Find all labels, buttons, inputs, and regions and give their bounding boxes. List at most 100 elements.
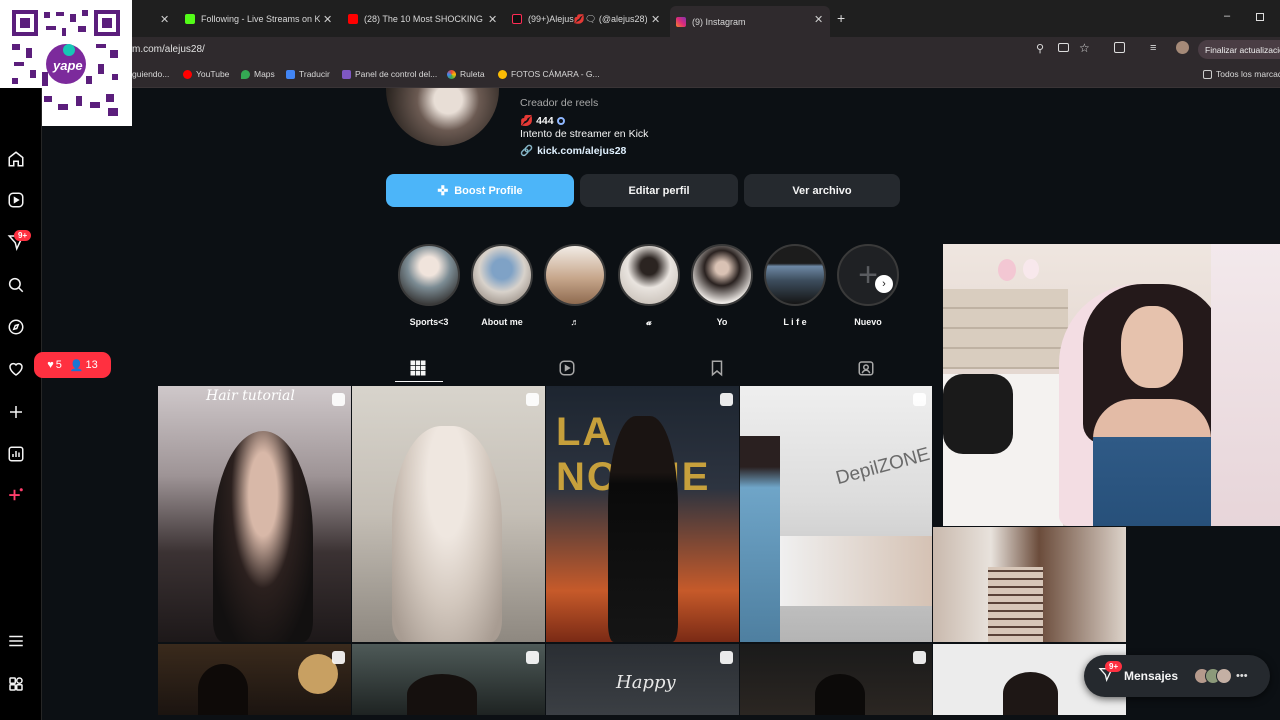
post-tile[interactable]: DepilZONE (740, 386, 932, 642)
search-icon[interactable] (5, 274, 27, 296)
notifications-badge: 9+ (14, 230, 32, 241)
post-tile[interactable] (352, 386, 545, 642)
boost-icon: ✜ (437, 182, 449, 198)
tab-close-icon[interactable]: ✕ (488, 13, 497, 26)
tab-close-icon[interactable]: ✕ (814, 13, 823, 26)
highlight-cover (544, 244, 606, 306)
bookmark-youtube[interactable]: YouTube (183, 69, 229, 79)
post-tile[interactable] (933, 527, 1126, 642)
streamer-body (1093, 399, 1211, 526)
create-icon[interactable] (5, 401, 27, 423)
explore-icon[interactable] (5, 316, 27, 338)
tab-instagram[interactable]: (9) Instagram (670, 6, 830, 37)
tab-tiktok[interactable]: (99+)Alejus💋🗨 (@alejus28) | (512, 8, 647, 30)
view-archive-button[interactable]: Ver archivo (744, 174, 900, 207)
tab-youtube[interactable]: (28) The 10 Most SHOCKING P (348, 8, 483, 30)
highlight-about-me[interactable]: About me (471, 244, 533, 327)
all-bookmarks[interactable]: Todos los marcad (1203, 69, 1280, 79)
tab-close-icon[interactable]: ✕ (160, 13, 169, 26)
activity-popup[interactable]: ♥ 5 👤 13 (34, 352, 111, 378)
notifications-heart-icon[interactable] (5, 358, 27, 380)
highlight-yo[interactable]: Yo (691, 244, 753, 327)
cast-icon[interactable] (1058, 43, 1069, 52)
carousel-indicator-icon (720, 651, 733, 664)
bookmark-roulette[interactable]: Ruleta (447, 69, 485, 79)
tab-title: (99+)Alejus💋🗨 (@alejus28) | (528, 13, 647, 24)
yape-logo-text: yape (53, 58, 83, 73)
bookmark-label: Panel de control del... (355, 69, 438, 79)
edit-profile-button[interactable]: Editar perfil (580, 174, 738, 207)
profile-category: Creador de reels (520, 97, 599, 109)
bookmark-translate[interactable]: Traducir (286, 69, 330, 79)
link-icon: 🔗 (520, 145, 534, 157)
profile-link[interactable]: 🔗 kick.com/alejus28 (520, 144, 626, 158)
reels-icon[interactable] (5, 189, 27, 211)
highlight-music[interactable]: ♬ (544, 244, 606, 327)
profile-avatar[interactable] (386, 88, 499, 146)
bookmarks-bar: guiendo... YouTube Maps Traducir Panel d… (0, 62, 1280, 88)
post-subject (213, 431, 313, 642)
profile-bio: Intento de streamer en Kick (520, 128, 649, 140)
tab-close-icon[interactable]: ✕ (651, 13, 660, 26)
tab-kick[interactable]: Following - Live Streams on Kick (185, 8, 320, 30)
bookmark-star-icon[interactable]: ☆ (1079, 41, 1090, 55)
dashboard-icon[interactable] (5, 443, 27, 465)
post-tile[interactable]: LA NOCHE (546, 386, 739, 642)
plush-toy (1023, 259, 1039, 279)
folder-icon (1203, 69, 1212, 79)
post-tile[interactable]: Hair tutorial (158, 386, 351, 642)
zoom-icon[interactable]: ⚲ (1036, 42, 1044, 55)
post-subject (407, 674, 477, 715)
post-tile[interactable]: Happy (546, 644, 739, 715)
like-icon: ♥ (47, 359, 54, 371)
bookmark-item[interactable]: guiendo... (132, 69, 169, 79)
highlight-life[interactable]: L i f e (764, 244, 826, 327)
highlight-a[interactable]: 𝓪 (618, 244, 680, 328)
profile-avatar-icon[interactable] (1176, 41, 1189, 54)
maximize-icon[interactable] (1256, 13, 1264, 21)
threads-plus-icon[interactable] (5, 484, 27, 506)
address-bar: m.com/alejus28/ ⚲ ☆ ≡ Finalizar actualiz… (0, 37, 1280, 62)
minimize-icon[interactable]: – (1224, 10, 1230, 22)
tab-title: Following - Live Streams on Kick (201, 14, 320, 24)
highlight-sports[interactable]: Sports<3 (398, 244, 460, 327)
shelf (1211, 244, 1280, 526)
post-subject (392, 426, 502, 642)
boost-label: Boost Profile (454, 184, 523, 197)
new-tab-icon[interactable]: + (837, 10, 845, 26)
apps-icon[interactable] (5, 673, 27, 695)
tagged-tab-icon[interactable] (857, 359, 875, 382)
bookmark-photos[interactable]: FOTOS CÁMARA - G... (498, 69, 600, 79)
update-button[interactable]: Finalizar actualizació (1198, 40, 1280, 59)
messages-label: Mensajes (1124, 669, 1179, 683)
posts-grid-tab-icon[interactable] (409, 359, 427, 382)
home-icon[interactable] (5, 148, 27, 170)
bookmark-label: Ruleta (460, 69, 485, 79)
post-overlay-text: Hair tutorial (206, 388, 295, 404)
post-tile[interactable] (158, 644, 351, 715)
messages-badge: 9+ (1105, 661, 1123, 672)
boost-profile-button[interactable]: ✜ Boost Profile (386, 174, 574, 207)
saved-tab-icon[interactable] (708, 359, 726, 382)
highlight-cover (398, 244, 460, 306)
reels-tab-icon[interactable] (558, 359, 576, 382)
bookmark-control-panel[interactable]: Panel de control del... (342, 69, 437, 79)
url-text[interactable]: m.com/alejus28/ (132, 44, 205, 55)
carousel-indicator-icon (526, 651, 539, 664)
youtube-icon (183, 69, 192, 79)
highlight-cover (618, 244, 680, 306)
more-menu-icon[interactable] (5, 630, 27, 652)
post-tile[interactable] (740, 644, 932, 715)
post-tile[interactable] (352, 644, 545, 715)
tab-close-icon[interactable]: ✕ (323, 13, 332, 26)
bookmark-maps[interactable]: Maps (241, 69, 275, 79)
reading-list-icon[interactable]: ≡ (1150, 42, 1156, 54)
streamer-face (1121, 306, 1183, 388)
post-subject (988, 567, 1043, 642)
messages-button[interactable]: 9+ Mensajes ••• (1084, 655, 1270, 697)
plus-icon: + (837, 244, 899, 306)
kick-favicon-icon (185, 14, 195, 24)
extensions-icon[interactable] (1114, 42, 1125, 53)
webcam-overlay (943, 244, 1280, 526)
highlights-next-icon[interactable]: › (875, 275, 893, 293)
